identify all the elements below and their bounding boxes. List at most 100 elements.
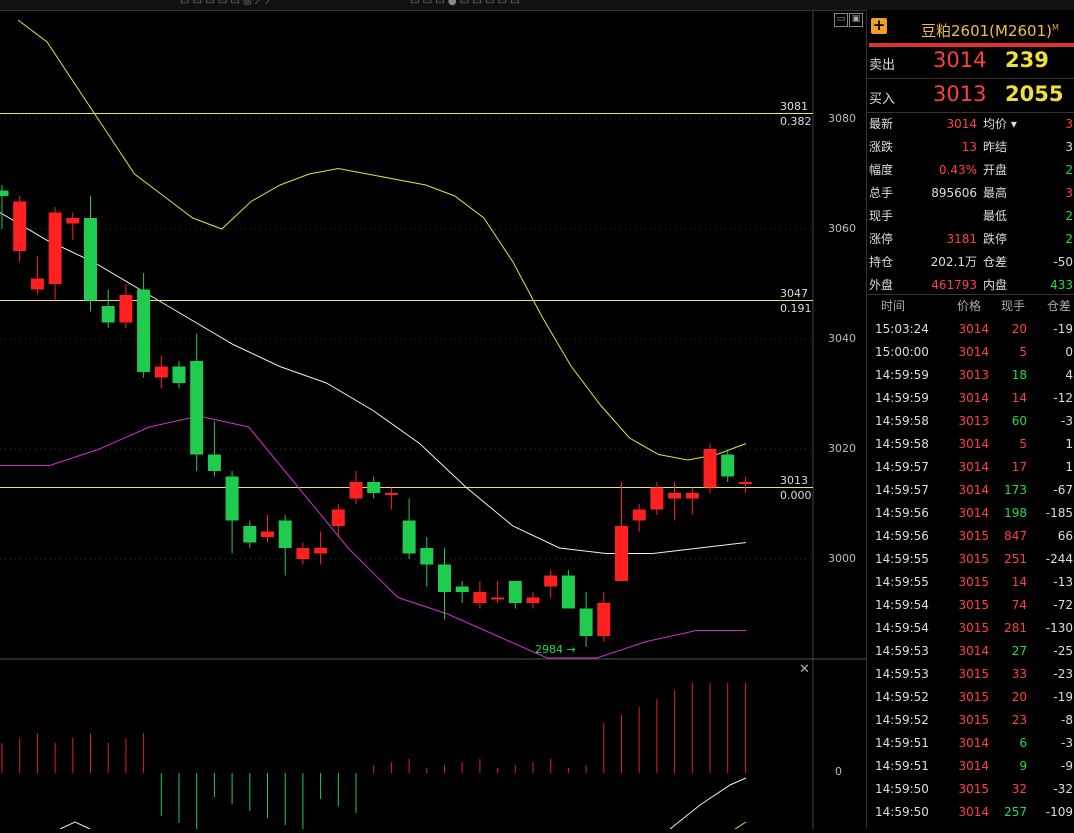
fib-ratio-label: 0.191 <box>780 301 812 315</box>
macd-dea-line <box>59 821 91 830</box>
fib-ratio-label: 0.382 <box>780 114 812 128</box>
tick-price: 3014 <box>958 644 989 658</box>
tick-hand: 20 <box>1011 322 1027 336</box>
tick-row: 14:59:57 3014 17 1 <box>867 456 1074 479</box>
tick-price: 3014 <box>958 483 989 497</box>
tick-time: 14:59:59 <box>875 391 929 405</box>
candle-body <box>296 548 310 559</box>
tick-price: 3015 <box>958 621 989 635</box>
tick-time: 14:59:56 <box>875 506 929 520</box>
tick-hand: 27 <box>1011 644 1027 658</box>
candle-body <box>154 366 168 378</box>
y-tick-label: 3040 <box>828 332 856 345</box>
tick-time: 14:59:52 <box>875 690 929 704</box>
tick-price: 3015 <box>958 598 989 612</box>
stat-value: 461793 <box>931 278 977 292</box>
tick-row: 14:59:50 3014 257 -109 <box>867 801 1074 824</box>
candle-body <box>172 366 186 383</box>
stat-row: 涨跌 13 昨结 3 <box>867 137 1074 157</box>
ask-volume: 239 <box>1005 48 1049 72</box>
macd-zero-label: 0 <box>835 765 842 778</box>
tick-diff: -185 <box>1045 506 1073 520</box>
tick-time: 14:59:51 <box>875 736 929 750</box>
tick-row: 15:03:24 3014 20 -19 <box>867 318 1074 341</box>
tick-hand: 173 <box>1004 483 1027 497</box>
candle-body <box>650 487 664 510</box>
tick-time: 15:00:00 <box>875 345 929 359</box>
tick-time: 14:59:55 <box>875 575 929 589</box>
tick-hand: 9 <box>1019 759 1027 773</box>
kline-chart-svg[interactable] <box>0 0 866 832</box>
stat-row: 幅度 0.43% 开盘 2 <box>867 160 1074 180</box>
tick-diff: -8 <box>1061 713 1073 727</box>
ticks-header-diff: 仓差 <box>1047 299 1072 313</box>
candle-body <box>438 564 451 592</box>
stat-label: 持仓 <box>869 255 894 269</box>
bid-row: 买入 3013 2055 <box>867 80 1074 112</box>
tick-hand: 198 <box>1004 506 1027 520</box>
stat-row: 涨停 3181 跌停 2 <box>867 229 1074 249</box>
tick-time: 14:59:56 <box>875 529 929 543</box>
stat-label-2: 跌停 <box>983 232 1008 246</box>
y-tick-label: 3080 <box>828 112 856 125</box>
candle-body <box>261 531 274 537</box>
stat-value: 0.43% <box>938 163 977 177</box>
candle-body <box>331 509 345 526</box>
tick-row: 14:59:53 3015 33 -23 <box>867 663 1074 686</box>
stat-value-2: 433 <box>1050 278 1073 292</box>
tick-time: 14:59:53 <box>875 667 929 681</box>
stat-label: 幅度 <box>869 163 894 177</box>
candle-body <box>84 218 97 301</box>
tick-price: 3014 <box>958 805 989 819</box>
stat-label-2: 最低 <box>983 209 1008 223</box>
close-icon[interactable]: ✕ <box>799 662 810 677</box>
candle-body <box>579 608 593 636</box>
tick-diff: -19 <box>1053 322 1073 336</box>
tick-row: 14:59:54 3015 281 -130 <box>867 617 1074 640</box>
tick-price: 3014 <box>958 460 989 474</box>
tick-time: 15:03:24 <box>875 322 929 336</box>
ma-white-line <box>0 212 747 554</box>
tick-hand: 257 <box>1004 805 1027 819</box>
tick-hand: 14 <box>1011 575 1027 589</box>
ma-magenta-line <box>0 415 746 659</box>
stat-label-2: 内盘 <box>983 278 1008 292</box>
tick-row: 14:59:53 3014 27 -25 <box>867 640 1074 663</box>
candle-body <box>561 575 575 609</box>
stat-row: 外盘 461793 内盘 433 <box>867 275 1074 295</box>
tick-hand: 5 <box>1019 437 1027 451</box>
candle-body <box>13 201 27 251</box>
tick-hand: 74 <box>1011 598 1027 612</box>
tick-row: 14:59:58 3013 60 -3 <box>867 410 1074 433</box>
candle-body <box>738 482 752 484</box>
tick-diff: -23 <box>1053 667 1073 681</box>
ticks-header: 时间 价格 现手 仓差 <box>867 296 1074 316</box>
stat-value: 202.1万 <box>930 255 977 269</box>
stat-value: 13 <box>961 140 977 154</box>
tick-diff: -12 <box>1053 391 1073 405</box>
candle-body <box>101 306 115 323</box>
tick-diff: -67 <box>1053 483 1073 497</box>
tick-diff: -109 <box>1045 805 1073 819</box>
layout-icon[interactable]: ▭ <box>834 13 848 27</box>
tick-time: 14:59:51 <box>875 759 929 773</box>
tick-diff: -244 <box>1045 552 1073 566</box>
tick-hand: 5 <box>1019 345 1027 359</box>
candle-body <box>615 526 628 581</box>
tick-time: 14:59:57 <box>875 460 929 474</box>
window-icon[interactable]: ▣ <box>849 13 863 27</box>
tick-row: 14:59:55 3015 14 -13 <box>867 571 1074 594</box>
tick-diff: -3 <box>1061 736 1073 750</box>
tick-hand: 32 <box>1011 782 1027 796</box>
tick-price: 3015 <box>958 575 989 589</box>
y-tick-label: 3020 <box>828 442 856 455</box>
tick-price: 3014 <box>958 736 989 750</box>
stat-label-2: 仓差 <box>983 255 1008 269</box>
tick-diff: 0 <box>1065 345 1073 359</box>
add-icon[interactable]: + <box>871 18 887 34</box>
tick-hand: 17 <box>1011 460 1027 474</box>
candle-body <box>721 454 735 477</box>
tick-row: 14:59:58 3014 5 1 <box>867 433 1074 456</box>
kline-chart-panel[interactable]: ▭ ▣ 3080 3060 3040 3020 3000 3081 0.382 3047 0.1… <box>0 0 866 832</box>
candle-body <box>508 581 522 603</box>
